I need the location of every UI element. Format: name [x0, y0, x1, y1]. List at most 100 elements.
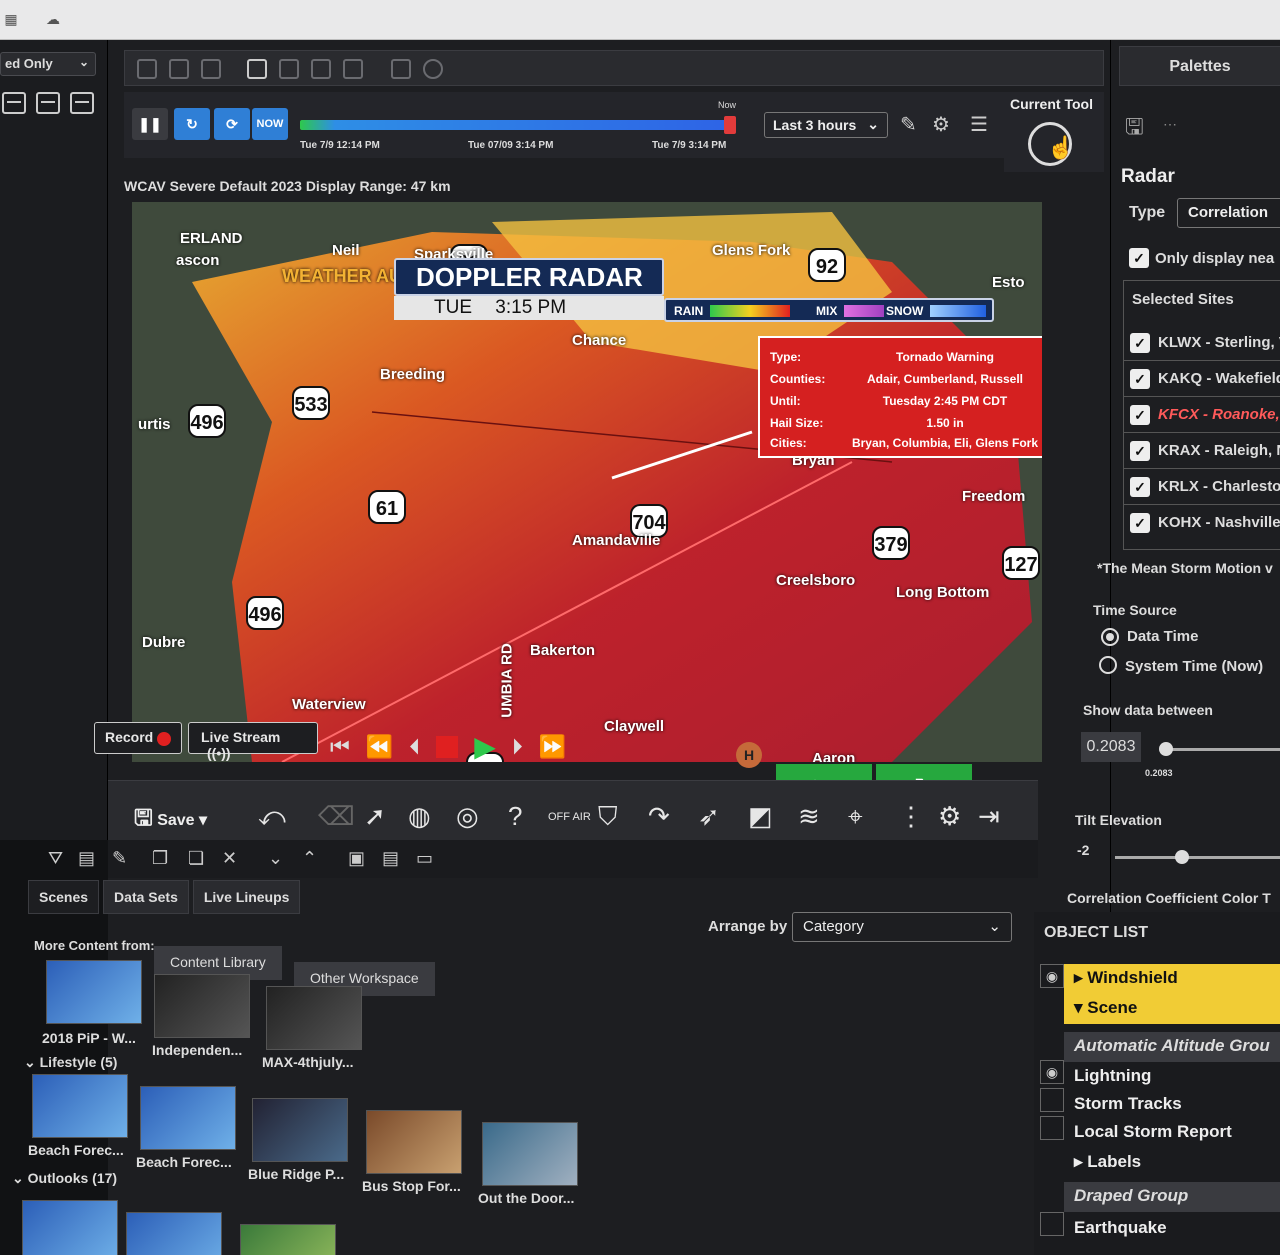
tilt-slider[interactable] — [1115, 856, 1280, 859]
object-item-earthquake[interactable]: Earthquake — [1064, 1214, 1280, 1244]
stop-icon[interactable] — [436, 735, 459, 758]
path-icon[interactable]: ↷ — [648, 801, 670, 832]
save-button[interactable]: 🖫 Save ▾ — [134, 801, 207, 839]
layout-bottom-icon[interactable] — [70, 92, 94, 114]
expand-icon[interactable]: ⌃ — [302, 848, 317, 869]
tool-icon-1[interactable] — [137, 59, 157, 79]
storm-track-icon[interactable]: ➶ — [698, 801, 720, 832]
site-checkbox[interactable]: ✓ — [1130, 477, 1150, 497]
filter-select[interactable]: ed Only ⌄ — [0, 52, 96, 76]
layout-split-icon[interactable] — [36, 92, 60, 114]
site-row[interactable]: ✓ KAKQ - Wakefield — [1124, 361, 1280, 397]
move-icon[interactable] — [423, 59, 443, 79]
tab-live-lineups[interactable]: Live Lineups — [192, 880, 301, 914]
tornado-warning-box[interactable]: Type: Tornado Warning Counties: Adair, C… — [758, 336, 1042, 458]
collapse-icon[interactable]: ⌄ — [268, 848, 283, 869]
object-item-labels[interactable]: ▸ Labels — [1064, 1148, 1280, 1178]
threshold-slider[interactable] — [1163, 748, 1280, 751]
site-checkbox[interactable]: ✓ — [1130, 441, 1150, 461]
scene-thumbnail[interactable] — [482, 1122, 578, 1186]
scene-thumbnail[interactable] — [126, 1212, 222, 1255]
close-icon[interactable]: ✕ — [222, 848, 237, 869]
scene-thumbnail[interactable] — [46, 960, 142, 1024]
eraser-icon[interactable]: ⌫ — [318, 801, 355, 832]
gear-icon[interactable]: ⚙ — [938, 801, 961, 832]
skip-start-icon[interactable]: ⏮ — [330, 734, 350, 760]
globe-folder-icon[interactable]: ◎ — [456, 801, 479, 832]
scene-thumbnail[interactable] — [22, 1200, 118, 1255]
live-stream-button[interactable]: Live Stream ((•)) — [188, 722, 318, 761]
card-icon[interactable]: ▤ — [78, 848, 95, 869]
pointer-icon[interactable]: ➚ — [364, 801, 386, 832]
scene-thumbnail[interactable] — [140, 1086, 236, 1150]
eye-icon[interactable]: ◉ — [1040, 1060, 1064, 1084]
scene-thumbnail[interactable] — [154, 974, 250, 1038]
help-icon[interactable]: ? — [508, 801, 522, 832]
cloud-icon[interactable]: ☁ — [42, 8, 64, 30]
arrange-select[interactable]: Category ⌄ — [792, 912, 1012, 942]
hand-globe-icon[interactable]: ◍ — [408, 801, 431, 832]
object-item-scene[interactable]: ▾ Scene — [1064, 994, 1280, 1024]
group-lifestyle[interactable]: ⌄ Lifestyle (5) — [24, 1054, 117, 1071]
scene-thumbnail[interactable] — [266, 986, 362, 1050]
object-item-storm-tracks[interactable]: Storm Tracks — [1064, 1090, 1280, 1120]
edit-icon[interactable]: ✎ — [112, 848, 127, 869]
rewind-icon[interactable]: ⏪ — [366, 734, 393, 760]
site-row[interactable]: ✓ KLWX - Sterling, V — [1124, 325, 1280, 361]
site-checkbox[interactable]: ✓ — [1130, 405, 1150, 425]
distribute-icon[interactable] — [343, 59, 363, 79]
tool-icon-2[interactable] — [169, 59, 189, 79]
palettes-header[interactable]: Palettes — [1119, 46, 1280, 86]
site-row[interactable]: ✓ KRLX - Charleston, — [1124, 469, 1280, 505]
play-icon[interactable]: ▶ — [474, 730, 496, 763]
object-item-lightning[interactable]: Lightning — [1064, 1062, 1280, 1092]
undo-icon[interactable]: ⤺ — [258, 801, 286, 833]
scene-thumbnail[interactable] — [366, 1110, 462, 1174]
data-time-radio[interactable] — [1101, 628, 1119, 646]
group-outlooks[interactable]: ⌄ Outlooks (17) — [12, 1170, 117, 1187]
paste-icon[interactable]: ❏ — [188, 848, 204, 869]
list-icon[interactable]: ☰ — [970, 112, 988, 137]
align-icon[interactable] — [311, 59, 331, 79]
scene-thumbnail[interactable] — [240, 1224, 336, 1255]
hand-globe-icon[interactable] — [1028, 122, 1074, 166]
step-back-icon[interactable]: ⏴ — [409, 734, 420, 760]
group-icon[interactable] — [391, 59, 411, 79]
object-item-altitude-group[interactable]: Automatic Altitude Grou — [1064, 1032, 1280, 1062]
threshold-slider-knob[interactable] — [1159, 742, 1173, 756]
pause-button[interactable]: ❚❚ — [132, 108, 168, 140]
more-icon[interactable]: ⋮ — [898, 801, 924, 832]
system-time-radio[interactable] — [1099, 656, 1117, 674]
site-row[interactable]: ✓ KOHX - Nashville, T — [1124, 505, 1280, 541]
wave-icon[interactable]: ≋ — [798, 801, 820, 832]
refresh-button[interactable]: ⟳ — [214, 108, 250, 140]
tool-icon-3[interactable] — [201, 59, 221, 79]
eye-icon[interactable]: ◉ — [1040, 964, 1064, 988]
scene-thumbnail[interactable] — [252, 1098, 348, 1162]
layout-split-icon[interactable]: ▤ — [382, 848, 399, 869]
shield-icon[interactable]: ⛉ — [598, 801, 618, 833]
now-button[interactable]: NOW — [252, 108, 288, 140]
loop-button[interactable]: ↻ — [174, 108, 210, 140]
object-item-draped-group[interactable]: Draped Group — [1064, 1182, 1280, 1212]
site-row[interactable]: ✓ KFCX - Roanoke, V — [1124, 397, 1280, 433]
time-range-select[interactable]: Last 3 hours ⌄ — [764, 112, 888, 138]
gear-icon[interactable]: ⚙ — [932, 112, 950, 137]
site-checkbox[interactable]: ✓ — [1130, 369, 1150, 389]
pencil-icon[interactable]: ✎ — [900, 112, 917, 137]
site-row[interactable]: ✓ KRAX - Raleigh, NC — [1124, 433, 1280, 469]
add-icon[interactable]: ⋯ — [1163, 116, 1177, 133]
tab-data-sets[interactable]: Data Sets — [103, 880, 189, 914]
layout-single-icon[interactable]: ▣ — [348, 848, 365, 869]
threshold-value-input[interactable]: 0.2083 — [1081, 732, 1141, 762]
radar-map[interactable]: 61 92 533 496 61 704 379 127 496 127 61 … — [132, 202, 1042, 762]
step-forward-icon[interactable]: ⏵ — [512, 734, 523, 760]
layout-bottom-icon[interactable]: ▭ — [416, 848, 433, 869]
layers-icon[interactable] — [247, 59, 267, 79]
timeline-thumb[interactable] — [724, 116, 736, 134]
floppy-icon[interactable]: 🖫 — [1125, 110, 1144, 148]
tab-scenes[interactable]: Scenes — [28, 880, 100, 914]
object-item-windshield[interactable]: ▸ Windshield — [1064, 964, 1280, 994]
fast-forward-icon[interactable]: ⏩ — [539, 734, 566, 760]
off-air-icon[interactable]: OFF AIR — [548, 811, 591, 823]
